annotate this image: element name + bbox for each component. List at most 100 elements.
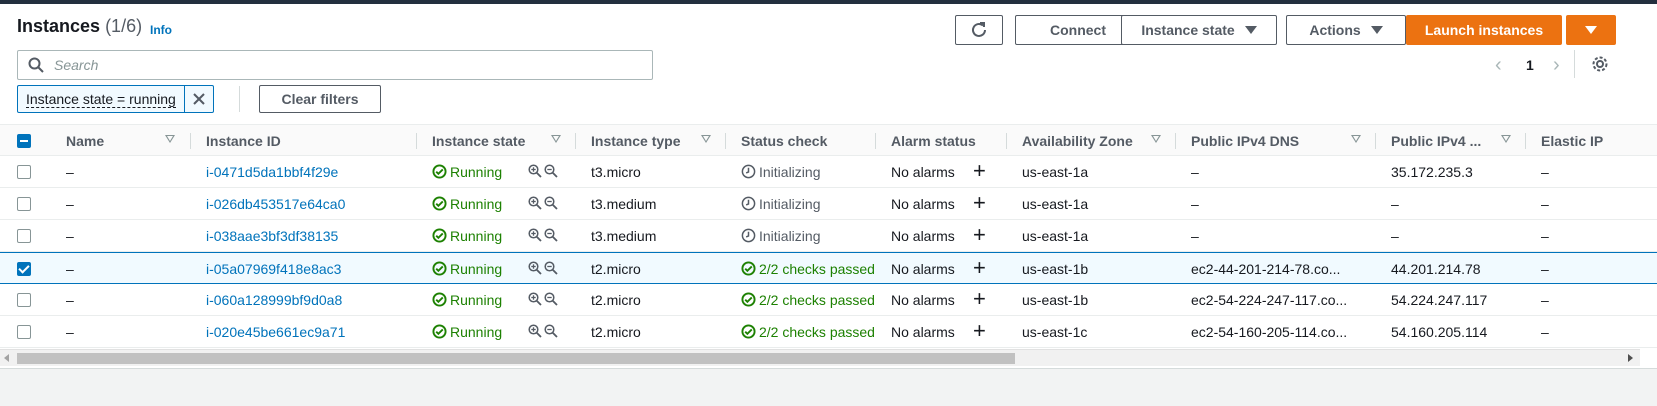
next-page-icon[interactable]: › [1553,54,1560,77]
sort-icon[interactable] [701,135,711,143]
clock-icon [741,188,756,219]
cell-eip: – [1541,291,1549,308]
zoom-out-icon[interactable] [544,324,558,341]
add-alarm-icon[interactable]: + [973,320,986,342]
column-divider[interactable] [575,133,576,149]
add-alarm-icon[interactable]: + [973,224,986,246]
sort-icon[interactable] [1351,135,1361,143]
search-box[interactable] [17,50,653,80]
row-checkbox[interactable] [17,229,31,243]
row-checkbox[interactable] [17,325,31,339]
state-filter-icons [528,324,558,341]
column-divider[interactable] [1525,133,1526,149]
add-alarm-icon[interactable]: + [973,288,986,310]
previous-page-icon[interactable]: ‹ [1495,54,1502,77]
zoom-in-icon[interactable] [528,261,542,278]
cell-id[interactable]: i-038aae3bf3df38135 [206,220,338,251]
column-header-name[interactable]: Name [66,125,104,156]
scroll-right-icon[interactable] [1628,354,1633,362]
add-alarm-icon[interactable]: + [973,192,986,214]
actions-dropdown[interactable]: Actions [1286,15,1406,45]
cell-id[interactable]: i-0471d5da1bbf4f29e [206,156,338,187]
check-circle-icon [432,188,447,219]
gear-icon[interactable] [1591,55,1609,73]
select-all-checkbox[interactable] [17,134,31,148]
check-circle-icon [432,316,447,347]
cell-ip: 35.172.235.3 [1391,163,1473,180]
table-row[interactable]: – i-026db453517e64ca0 Running t3.medium Init… [0,188,1657,220]
cell-name: – [66,195,74,212]
column-divider[interactable] [190,133,191,149]
column-header-availability-zone[interactable]: Availability Zone [1022,125,1133,156]
row-checkbox[interactable] [17,293,31,307]
cell-id[interactable]: i-020e45be661ec9a71 [206,316,345,347]
instance-state-dropdown[interactable]: Instance state [1121,15,1277,45]
column-header-public-dns[interactable]: Public IPv4 DNS [1191,125,1299,156]
clear-filters-button[interactable]: Clear filters [259,85,381,113]
cell-state: Running [450,227,503,244]
table-row[interactable]: – i-0471d5da1bbf4f29e Running t3.micro Initi… [0,156,1657,188]
column-divider[interactable] [725,133,726,149]
column-header-instance-type[interactable]: Instance type [591,125,680,156]
pagination-divider [1574,50,1575,78]
column-divider[interactable] [1006,133,1007,149]
add-alarm-icon[interactable]: + [973,160,986,182]
launch-instances-button[interactable]: Launch instances [1406,15,1562,45]
scrollbar-thumb[interactable] [17,353,1015,364]
zoom-out-icon[interactable] [544,228,558,245]
column-divider[interactable] [1375,133,1376,149]
column-header-alarm-status[interactable]: Alarm status [891,125,976,156]
cell-state: Running [450,163,503,180]
row-checkbox[interactable] [17,165,31,179]
sort-icon[interactable] [165,135,175,143]
table-row[interactable]: – i-038aae3bf3df38135 Running t3.medium Init… [0,220,1657,252]
add-alarm-icon[interactable]: + [973,257,986,279]
column-header-public-ip[interactable]: Public IPv4 ... [1391,125,1481,156]
cell-id[interactable]: i-05a07969f418e8ac3 [206,253,341,284]
zoom-in-icon[interactable] [528,164,542,181]
zoom-in-icon[interactable] [528,228,542,245]
zoom-out-icon[interactable] [544,261,558,278]
cell-type: t3.medium [591,195,657,212]
column-header-instance-state[interactable]: Instance state [432,125,525,156]
page-number[interactable]: 1 [1526,57,1534,73]
sort-icon[interactable] [1501,135,1511,143]
refresh-button[interactable] [955,15,1003,45]
cell-id[interactable]: i-060a128999bf9d0a8 [206,284,342,315]
clock-icon [741,220,756,251]
table-row[interactable]: – i-05a07969f418e8ac3 Running t2.micro 2/2 c… [0,252,1657,284]
row-checkbox[interactable] [17,197,31,211]
column-divider[interactable] [875,133,876,149]
sort-icon[interactable] [1151,135,1161,143]
horizontal-scrollbar[interactable] [0,349,1640,366]
zoom-in-icon[interactable] [528,324,542,341]
zoom-out-icon[interactable] [544,164,558,181]
zoom-out-icon[interactable] [544,196,558,213]
zoom-out-icon[interactable] [544,292,558,309]
zoom-in-icon[interactable] [528,196,542,213]
cell-state: Running [450,195,503,212]
state-filter-icons [528,228,558,245]
cell-status: 2/2 checks passed [759,260,875,277]
cell-id[interactable]: i-026db453517e64ca0 [206,188,345,219]
scroll-left-icon[interactable] [4,354,9,362]
info-link[interactable]: Info [150,23,172,37]
column-header-status-check[interactable]: Status check [741,125,827,156]
column-header-instance-id[interactable]: Instance ID [206,125,281,156]
column-divider[interactable] [1175,133,1176,149]
cell-eip: – [1541,163,1549,180]
search-input[interactable] [54,57,634,73]
column-header-elastic-ip[interactable]: Elastic IP [1541,125,1603,156]
cell-status: 2/2 checks passed [759,291,875,308]
launch-options-button[interactable] [1566,15,1616,45]
sort-icon[interactable] [551,135,561,143]
zoom-in-icon[interactable] [528,292,542,309]
row-checkbox[interactable] [17,262,31,276]
cell-az: us-east-1b [1022,291,1089,308]
cell-az: us-east-1a [1022,163,1089,180]
filter-token[interactable]: Instance state = running [17,85,214,113]
column-divider[interactable] [416,133,417,149]
table-row[interactable]: – i-060a128999bf9d0a8 Running t2.micro 2/2 c… [0,284,1657,316]
table-row[interactable]: – i-020e45be661ec9a71 Running t2.micro 2/2 c… [0,316,1657,348]
remove-filter-button[interactable] [185,86,213,112]
